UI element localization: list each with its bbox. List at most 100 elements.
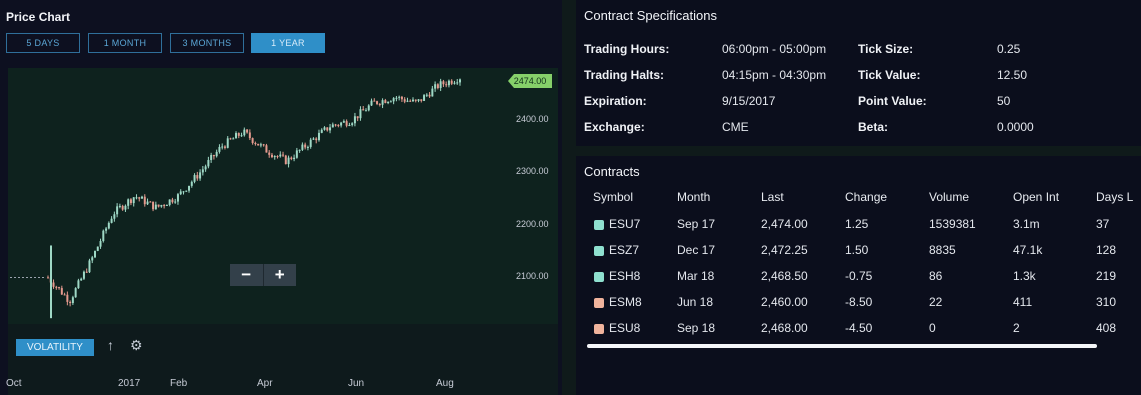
cell-symbol[interactable]: ESU7 [609,217,640,231]
range-1-month-button[interactable]: 1 MONTH [88,33,162,53]
candle-body [293,157,296,160]
cell-month: Mar 18 [677,269,715,283]
gear-icon[interactable]: ⚙ [130,337,143,354]
x-tick-2017: 2017 [118,378,141,389]
col-header-volume[interactable]: Volume [929,190,969,204]
candle-body [165,204,168,206]
range-1-year-button[interactable]: 1 YEAR [251,33,325,53]
cell-last: 2,468.50 [761,269,808,283]
col-header-days-left[interactable]: Days L [1096,190,1133,204]
candle-body [317,132,320,141]
candle-body [102,230,105,242]
candle-body [127,199,130,206]
candle-body [367,105,370,111]
candle-body [348,124,351,126]
cell-days: 128 [1096,243,1117,257]
candle-body [118,205,121,207]
zoom-out-button[interactable]: − [230,264,263,286]
col-header-month[interactable]: Month [677,190,710,204]
arrow-up-icon[interactable]: ↑ [107,337,114,353]
candle-body [459,79,461,83]
x-tick-aug: Aug [436,378,454,389]
candle-body [431,88,434,97]
candle-body [259,144,262,146]
col-header-last[interactable]: Last [761,190,784,204]
candle-body [340,122,343,126]
cell-last: 2,460.00 [761,295,808,309]
candle-body [96,246,99,251]
cell-change: -4.50 [845,321,873,335]
candle-body [359,109,362,119]
candle-body [99,241,102,247]
candle-body [409,100,412,102]
cell-month: Sep 18 [677,321,716,335]
candle-body [326,127,329,131]
candle-body [362,109,365,111]
candle-body [270,154,273,158]
candle-body [235,133,238,139]
candle-body [312,138,315,140]
horizontal-scrollbar[interactable] [587,344,1097,348]
cell-last: 2,474.00 [761,217,808,231]
candle-body [436,84,439,89]
cell-last: 2,468.00 [761,321,808,335]
volatility-button[interactable]: VOLATILITY [16,339,94,356]
range-3-months-button[interactable]: 3 MONTHS [170,33,244,53]
candle-body [334,124,337,126]
cell-symbol[interactable]: ESH8 [609,269,640,283]
candle-body [240,135,243,137]
cell-volume: 0 [929,321,936,335]
candle-body [149,201,152,203]
candle-body [135,197,138,199]
exchange-value: CME [722,120,749,134]
trading-hours-value: 06:00pm - 05:00pm [722,42,827,56]
candle-body [265,145,268,153]
candle-body [163,205,166,207]
candle-body [199,172,202,179]
cell-symbol[interactable]: ESU8 [609,321,640,335]
candle-body [400,96,403,100]
col-header-symbol[interactable]: Symbol [593,190,633,204]
candle-body [229,138,232,140]
cell-symbol[interactable]: ESZ7 [609,243,639,257]
candle-body [450,80,453,84]
candle-body [320,129,323,133]
candle-body [55,286,58,288]
x-tick-apr: Apr [257,378,273,389]
x-tick-jun: Jun [348,378,365,389]
candle-body [370,100,373,106]
cell-change: 1.50 [845,243,869,257]
candle-body [414,99,417,101]
cell-volume: 1539381 [929,217,976,231]
point-value-label: Point Value: [858,94,927,108]
tick-value-value: 12.50 [997,68,1028,82]
candle-body [143,196,146,205]
candle-body [47,277,49,279]
col-header-change[interactable]: Change [845,190,887,204]
candle-body [176,194,179,202]
specs-title: Contract Specifications [584,8,717,23]
candle-body [442,81,445,85]
price-chart-title: Price Chart [6,10,71,24]
candle-body [121,205,124,210]
cell-volume: 86 [929,269,943,283]
expiration-value: 9/15/2017 [722,94,776,108]
cell-month: Dec 17 [677,243,716,257]
candle-body [174,201,177,203]
row-color-swatch [594,324,604,334]
cell-symbol[interactable]: ESM8 [609,295,642,309]
zoom-in-button[interactable]: + [264,264,297,286]
candle-body [52,282,55,287]
cell-days: 219 [1096,269,1117,283]
col-header-open-int[interactable]: Open Int [1013,190,1059,204]
candle-body [160,205,163,207]
y-tick-2200: 2200.00 [516,219,549,229]
range-5-days-button[interactable]: 5 DAYS [6,33,80,53]
tick-value-label: Tick Value: [858,68,921,82]
candle-body [94,250,97,258]
expiration-label: Expiration: [584,94,647,108]
candle-body [373,100,376,102]
candle-body [381,100,384,105]
candle-body [132,197,135,204]
candle-body [221,146,224,148]
